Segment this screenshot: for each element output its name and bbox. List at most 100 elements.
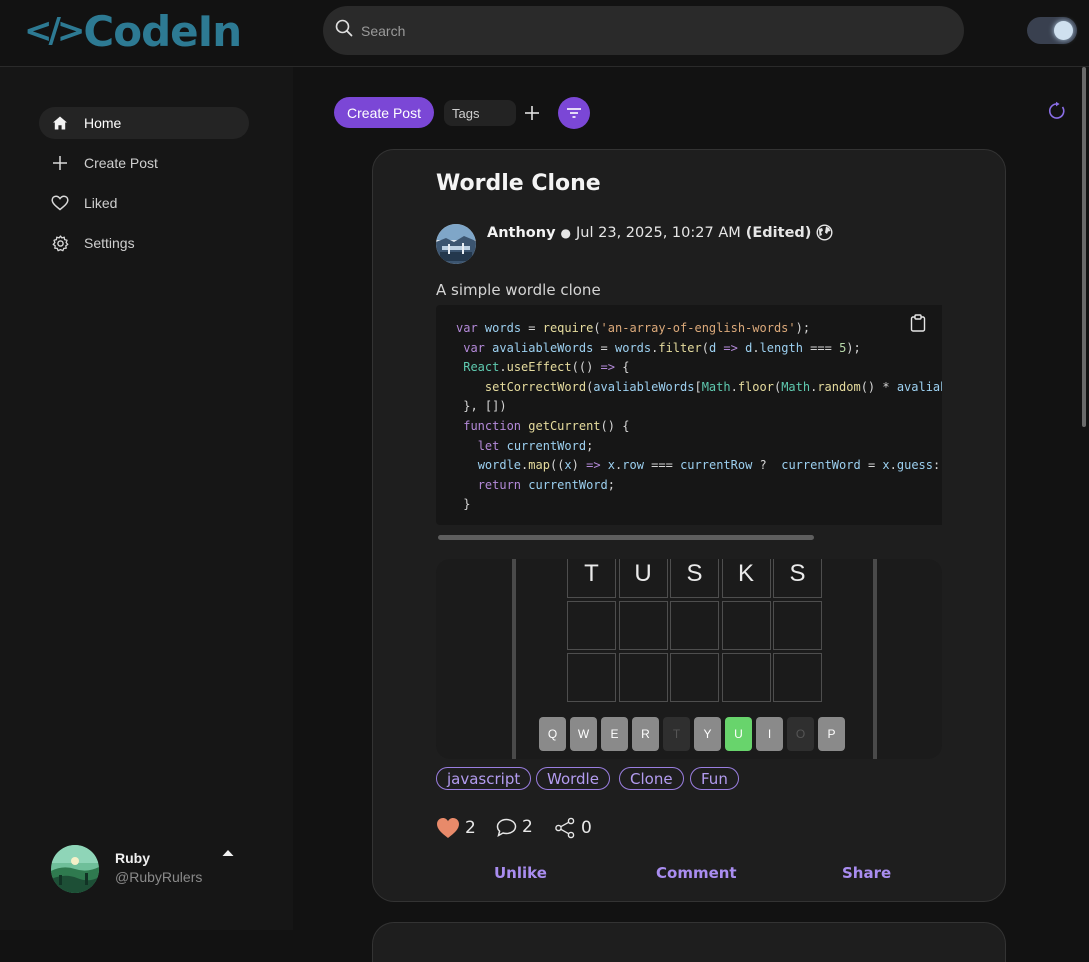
main-feed: Create Post Wordle Clone Anthony ● Jul 2… — [293, 67, 1089, 962]
image-divider-left — [512, 559, 516, 759]
code-line: var words = require('an-array-of-english… — [456, 321, 811, 335]
wordle-tile: K — [721, 559, 771, 598]
comment-button[interactable]: Comment — [656, 864, 737, 882]
share-count: 0 — [581, 818, 592, 838]
wordle-tile — [670, 653, 719, 702]
wordle-tile: T — [567, 559, 616, 598]
post-meta: Anthony ● Jul 23, 2025, 10:27 AM (Edited… — [487, 224, 833, 241]
caret-up-icon[interactable] — [221, 846, 235, 860]
avatar — [51, 845, 99, 893]
user-handle: @RubyRulers — [115, 869, 203, 885]
wordle-tile — [721, 601, 771, 650]
wordle-tile — [773, 653, 822, 702]
globe-icon — [816, 224, 833, 241]
next-post-card — [372, 922, 1006, 962]
keyboard-key[interactable]: U — [725, 717, 752, 751]
tags-input[interactable] — [444, 100, 516, 126]
wordle-tile — [567, 601, 616, 650]
edited-label: (Edited) — [745, 224, 812, 241]
code-line: wordle.map((x) => x.row === currentRow ?… — [477, 458, 941, 473]
keyboard-key[interactable]: T — [663, 717, 690, 751]
code-line: return currentWord; — [477, 477, 615, 492]
keyboard-key[interactable]: O — [787, 717, 814, 751]
like-stat[interactable]: 2 — [436, 817, 476, 839]
keyboard-key[interactable]: I — [756, 717, 783, 751]
code-content: var words = require('an-array-of-english… — [456, 319, 942, 515]
sidebar-item-label: Liked — [84, 195, 118, 211]
comment-icon — [496, 818, 517, 837]
user-name: Ruby — [115, 850, 150, 866]
image-divider-right — [873, 559, 877, 759]
code-line: var avaliableWords = words.filter(d => d… — [463, 340, 861, 355]
wordle-tile: U — [618, 559, 668, 598]
clipboard-icon[interactable] — [910, 314, 926, 332]
code-line: setCorrectWord(avaliableWords[Math.floor… — [484, 379, 942, 394]
search-icon — [335, 19, 353, 42]
tag-clone[interactable]: Clone — [619, 767, 684, 790]
sidebar-item-label: Settings — [84, 235, 135, 251]
search-input[interactable] — [361, 22, 921, 39]
code-line: function getCurrent() { — [463, 418, 630, 433]
post-description: A simple wordle clone — [436, 281, 601, 299]
tag-wordle[interactable]: Wordle — [536, 767, 610, 790]
post-author[interactable]: Anthony — [487, 225, 556, 241]
share-stat[interactable]: 0 — [554, 817, 592, 839]
post-title: Wordle Clone — [436, 171, 601, 196]
create-post-button[interactable]: Create Post — [334, 97, 434, 128]
sidebar-item-liked[interactable]: Liked — [39, 187, 249, 219]
add-tag-icon[interactable] — [522, 102, 542, 124]
share-icon — [554, 817, 576, 839]
sidebar-item-label: Home — [84, 115, 122, 131]
wordle-tile — [567, 653, 616, 702]
sidebar-item-home[interactable]: Home — [39, 107, 249, 139]
separator-dot: ● — [560, 225, 572, 240]
filter-icon — [567, 108, 581, 118]
logo-symbol: </> — [24, 11, 85, 51]
wordle-tile — [618, 653, 668, 702]
plus-icon — [51, 154, 69, 172]
wordle-tile — [773, 601, 822, 650]
keyboard-key[interactable]: P — [818, 717, 845, 751]
gear-icon — [51, 234, 69, 252]
wordle-tile — [670, 601, 719, 650]
unlike-button[interactable]: Unlike — [494, 864, 547, 882]
search-bar[interactable] — [323, 6, 964, 55]
keyboard-key[interactable]: Q — [539, 717, 566, 751]
wordle-tile: S — [773, 559, 822, 598]
sidebar-item-settings[interactable]: Settings — [39, 227, 249, 259]
sidebar-item-create-post[interactable]: Create Post — [39, 147, 249, 179]
top-bar: </> CodeIn — [0, 0, 1089, 67]
wordle-tile — [618, 601, 668, 650]
logo[interactable]: </> CodeIn — [24, 6, 242, 56]
share-button[interactable]: Share — [842, 864, 891, 882]
keyboard-key[interactable]: E — [601, 717, 628, 751]
filter-button[interactable] — [558, 97, 590, 129]
wordle-tile — [721, 653, 771, 702]
comment-stat[interactable]: 2 — [496, 817, 533, 837]
post-date: Jul 23, 2025, 10:27 AM — [576, 224, 741, 241]
logo-text: CodeIn — [83, 6, 242, 56]
keyboard-key[interactable]: R — [632, 717, 659, 751]
toggle-knob — [1054, 21, 1073, 40]
code-block[interactable]: var words = require('an-array-of-english… — [436, 305, 942, 525]
wordle-tile: S — [670, 559, 719, 598]
author-avatar[interactable] — [436, 224, 476, 264]
refresh-icon[interactable] — [1047, 101, 1067, 121]
post-card: Wordle Clone Anthony ● Jul 23, 2025, 10:… — [372, 149, 1006, 902]
keyboard-key[interactable]: Y — [694, 717, 721, 751]
tag-javascript[interactable]: javascript — [436, 767, 532, 790]
home-icon — [51, 114, 69, 132]
sidebar-item-label: Create Post — [84, 155, 158, 171]
keyboard-key[interactable]: W — [570, 717, 597, 751]
code-line: } — [456, 497, 471, 512]
theme-toggle[interactable] — [1027, 17, 1077, 44]
page-scrollbar[interactable] — [1082, 67, 1086, 427]
code-line: }, []) — [456, 399, 507, 414]
code-line: let currentWord; — [477, 438, 594, 453]
tag-fun[interactable]: Fun — [690, 767, 739, 790]
user-profile[interactable]: Ruby @RubyRulers — [51, 845, 251, 895]
code-line: React.useEffect(() => { — [463, 360, 630, 375]
code-horizontal-scrollbar[interactable] — [438, 535, 814, 540]
post-image[interactable]: TUSKS QWERTYUIOP — [436, 559, 942, 759]
sidebar: Home Create Post Liked Settings Ruby @Ru… — [0, 67, 293, 930]
